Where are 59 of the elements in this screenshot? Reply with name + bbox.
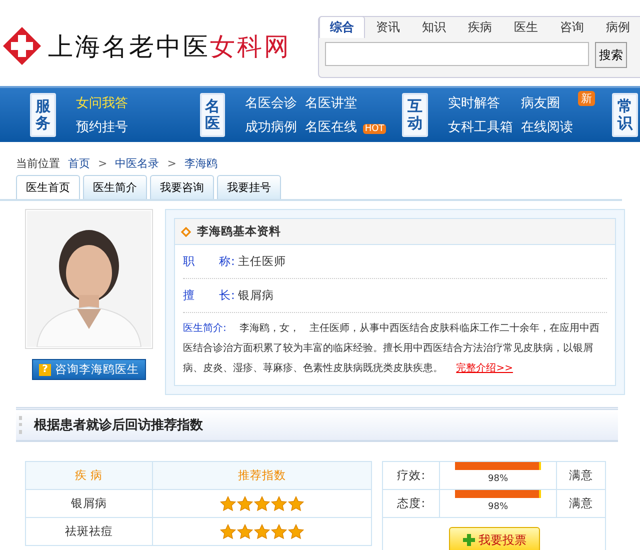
field-value: 主任医师: [238, 254, 286, 269]
table-cell: 银屑病: [26, 490, 152, 518]
nav-link[interactable]: 成功病例: [245, 120, 297, 135]
breadcrumb-separator: >: [167, 157, 176, 170]
nav-category-label: 互动: [402, 93, 428, 137]
vote-button[interactable]: 我要投票: [448, 526, 540, 550]
table-cell: 态度:: [382, 490, 440, 518]
breadcrumb-link[interactable]: 李海鸥: [184, 156, 218, 171]
page-tab[interactable]: 医生首页: [16, 175, 80, 199]
page-tab[interactable]: 我要挂号: [217, 175, 281, 199]
field-value: 银屑病: [238, 288, 274, 303]
search-field[interactable]: [325, 42, 589, 66]
rating-percent: 98%: [488, 502, 508, 512]
rating-percent: 98%: [488, 474, 508, 484]
nav-link[interactable]: 预约挂号: [76, 120, 128, 135]
table-cell: 祛斑祛痘: [26, 518, 152, 546]
field-label: 擅 长:: [183, 288, 235, 303]
search-tab[interactable]: 知识: [411, 16, 457, 38]
nav-category-label: 名医: [200, 93, 225, 137]
search-tab[interactable]: 医生: [503, 16, 549, 38]
section-title: 根据患者就诊后回访推荐指数: [34, 416, 203, 434]
search-tab[interactable]: 综合: [319, 16, 365, 38]
breadcrumb-separator: >: [98, 157, 108, 170]
nav-link[interactable]: 女问我答: [76, 96, 128, 111]
search-tab[interactable]: 资讯: [365, 16, 411, 38]
diamond-icon: [181, 226, 191, 236]
site-logo-title: 上海名老中医女科网: [48, 30, 291, 62]
full-intro-link[interactable]: 完整介绍>>: [456, 363, 513, 374]
nav-link[interactable]: 名医会诊: [245, 96, 297, 111]
plus-icon: [462, 533, 476, 547]
nav-link[interactable]: 在线阅读: [521, 120, 573, 135]
breadcrumb-link[interactable]: 中医名录: [115, 156, 160, 171]
column-header: 推荐指数: [152, 462, 372, 490]
question-icon: ?: [39, 364, 51, 376]
nav-link[interactable]: 名医讲堂: [305, 96, 357, 111]
nav-category-label: 服务: [30, 93, 56, 137]
consult-doctor-button[interactable]: ? 咨询李海鸥医生: [32, 359, 146, 380]
table-cell: 满意: [556, 462, 606, 490]
search-tab[interactable]: 病例: [595, 16, 640, 38]
breadcrumb-link[interactable]: 首页: [68, 156, 90, 171]
table-cell: 疗效:: [382, 462, 440, 490]
nav-badge: HOT: [362, 124, 386, 134]
search-tab[interactable]: 疾病: [457, 16, 503, 38]
nav-link[interactable]: 女科工具箱: [448, 120, 513, 135]
field-label: 职 称:: [183, 254, 235, 269]
nav-link[interactable]: 病友圈: [521, 96, 560, 111]
column-header: 疾 病: [26, 462, 152, 490]
nav-link[interactable]: 实时解答: [448, 96, 500, 111]
nav-category-label: 常识: [612, 93, 638, 137]
search-tab[interactable]: 咨询: [549, 16, 595, 38]
table-cell: 满意: [556, 490, 606, 518]
doctor-intro: 医生简介: 李海鸥，女， 主任医师，从事中西医结合皮肤科临床工作二十余年，在应用中西医结合诊治方面积累了较为丰富的临床经验。擅长用中西医结合方法治疗常见皮肤病，以银屑病、皮炎、湿疹、荨麻疹、色素性皮肤病既疣类皮肤疾患。 完整介绍>>: [183, 322, 601, 376]
page-tab[interactable]: 我要咨询: [150, 175, 214, 199]
nav-badge: 新: [578, 91, 595, 106]
nav-link[interactable]: 名医在线: [305, 120, 357, 135]
page-tab[interactable]: 医生简介: [83, 175, 147, 199]
breadcrumb-label: 当前位置: [16, 156, 60, 171]
search-button[interactable]: 搜索: [595, 42, 627, 68]
profile-title: 李海鸥基本资料: [197, 224, 281, 239]
